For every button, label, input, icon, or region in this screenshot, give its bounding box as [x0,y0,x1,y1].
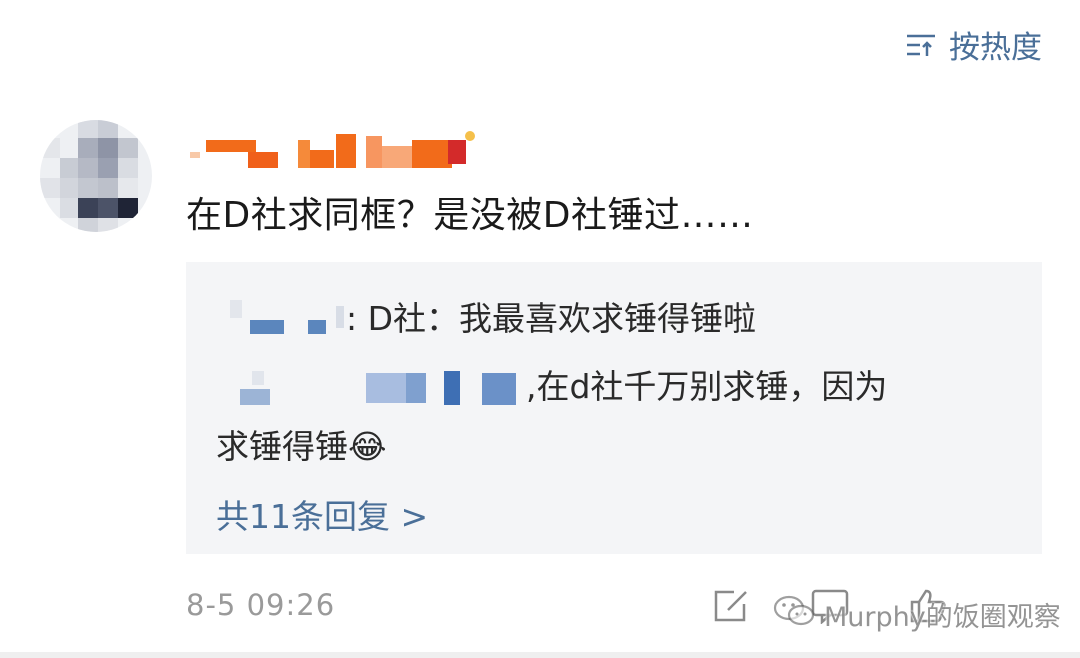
sort-label: 按热度 [949,30,1042,66]
wechat-icon [772,594,816,635]
share-edit-icon[interactable] [712,588,750,628]
avatar[interactable] [40,120,152,232]
reply-line-3: 求锤得锤😂 [216,420,387,468]
sort-lines-icon [905,32,937,58]
reply-line-1-text: : D社：我最喜欢求锤得锤啦 [346,299,757,338]
watermark: Murphy的饭圈观察 [772,594,1061,635]
comment-card: 按热度 在D社求同框？是没被D社锤过……: D社：我最喜欢求锤得锤啦 ,在d社… [0,0,1080,658]
reply-line-2-text: ,在d社千万别求锤，因为 [526,367,888,406]
laughing-emoji-icon: 😂 [348,427,387,466]
comment-timestamp: 8-5 09:26 [186,588,336,622]
reply-line-3-text: 求锤得锤 [216,427,348,466]
reply-preview-box[interactable]: : D社：我最喜欢求锤得锤啦 ,在d社千万别求锤，因为 求锤得锤😂 共11条回复… [186,262,1042,554]
comment-text: 在D社求同框？是没被D社锤过…… [186,195,754,236]
username-blurred[interactable] [186,130,486,170]
reply-line-2: ,在d社千万别求锤，因为 [216,360,887,415]
watermark-text: Murphy的饭圈观察 [824,602,1061,633]
sort-by-hot-button[interactable]: 按热度 [905,22,1042,67]
reply-line-1: : D社：我最喜欢求锤得锤啦 [216,292,756,342]
reply-author-blurred-2[interactable] [216,363,526,415]
divider [0,652,1080,658]
view-all-replies-link[interactable]: 共11条回复 > [216,490,428,538]
reply-author-blurred[interactable] [216,299,346,342]
